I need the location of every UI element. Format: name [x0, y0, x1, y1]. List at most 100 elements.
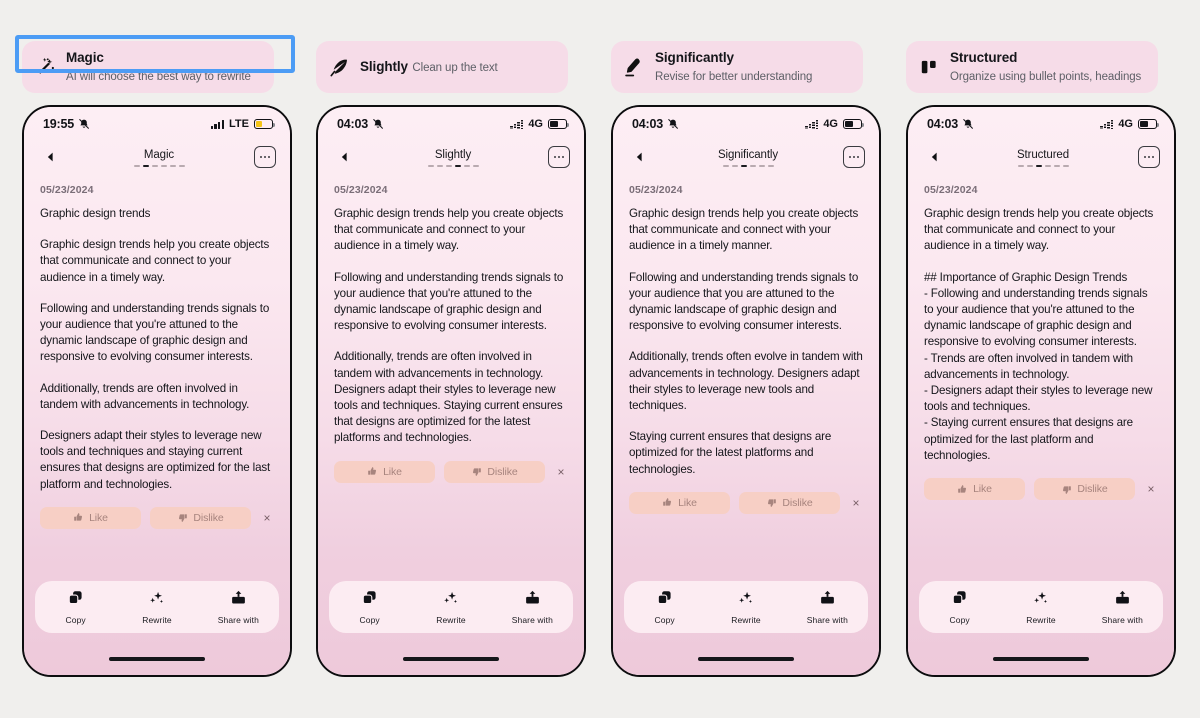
rewrite-option-card-magic[interactable]: Magic AI will choose the best way to rew… [22, 41, 274, 93]
battery-icon [548, 119, 570, 129]
dislike-label: Dislike [487, 465, 518, 478]
status-time: 04:03 [337, 117, 368, 131]
rewrite-option-column: Magic AI will choose the best way to rew… [10, 0, 304, 718]
status-time: 04:03 [632, 117, 663, 131]
rewrite-option-card-significantly[interactable]: Significantly Revise for better understa… [611, 41, 863, 93]
close-icon[interactable]: × [260, 511, 274, 525]
nav-dash [436, 165, 443, 167]
more-options-icon[interactable] [254, 146, 276, 168]
bottom-toolbar: Copy Rewrite Share with [329, 581, 573, 633]
back-triangle-icon[interactable] [922, 144, 948, 170]
feather-quill-icon [328, 55, 350, 79]
rewrite-option-column: Slightly Clean up the text 04:03 4G Slig… [304, 0, 598, 718]
body-paragraph: Graphic design trends help you create ob… [40, 238, 273, 284]
nav-title: Magic [143, 148, 175, 161]
status-network: 4G [1118, 118, 1133, 130]
toolbar-item-copy[interactable]: Copy [919, 589, 1000, 625]
nav-dash [731, 165, 738, 167]
toolbar-item-rewrite[interactable]: Rewrite [1000, 589, 1081, 625]
body-paragraph: ## Importance of Graphic Design Trends -… [924, 270, 1153, 462]
like-label: Like [89, 511, 108, 524]
nav-style-slider[interactable] [427, 164, 479, 168]
body-paragraph: Graphic design trends help you create ob… [334, 207, 567, 253]
nav-dash [1053, 165, 1060, 167]
signal-bars-icon [1100, 119, 1114, 129]
body-paragraph: Graphic design trends help you create ob… [629, 207, 862, 253]
toolbar-item-rewrite[interactable]: Rewrite [410, 589, 491, 625]
rewrite-option-card-structured[interactable]: Structured Organize using bullet points,… [906, 41, 1158, 93]
nav-title-group: Significantly [653, 149, 843, 168]
nav-style-slider[interactable] [722, 164, 774, 168]
like-button[interactable]: Like [629, 491, 730, 514]
bell-muted-icon [372, 118, 384, 130]
toolbar-item-share-with[interactable]: Share with [198, 589, 279, 625]
bullet-blocks-icon [918, 55, 940, 79]
rewrite-option-card-slightly[interactable]: Slightly Clean up the text [316, 41, 568, 93]
back-triangle-icon[interactable] [332, 144, 358, 170]
toolbar-item-share-with[interactable]: Share with [787, 589, 868, 625]
phone-frame: 19:55 LTE Magic 05/23/2024 Graphic desig… [22, 105, 292, 677]
body-paragraph: Staying current ensures that designs are… [629, 430, 835, 476]
nav-style-slider[interactable] [133, 164, 185, 168]
document-content: 05/23/2024 Graphic design trends help yo… [613, 175, 879, 478]
nav-dash [142, 164, 149, 168]
nav-title-group: Structured [948, 149, 1138, 168]
toolbar-item-copy[interactable]: Copy [624, 589, 705, 625]
toolbar-item-label: Rewrite [1026, 615, 1056, 625]
nav-dash [472, 165, 479, 167]
toolbar-item-share-with[interactable]: Share with [492, 589, 573, 625]
dislike-button[interactable]: Dislike [150, 506, 251, 529]
toolbar-item-copy[interactable]: Copy [329, 589, 410, 625]
phone-frame: 04:03 4G [611, 105, 881, 677]
battery-icon [843, 119, 865, 129]
like-label: Like [383, 465, 402, 478]
nav-bar: Magic [24, 139, 290, 175]
more-options-icon[interactable] [1138, 146, 1160, 168]
rewrite-option-title: Slightly [360, 59, 408, 74]
back-triangle-icon[interactable] [627, 144, 653, 170]
copy-icon [361, 589, 378, 611]
close-icon[interactable]: × [1144, 482, 1158, 496]
dislike-button[interactable]: Dislike [1034, 478, 1135, 501]
rewrite-option-column: Structured Organize using bullet points,… [894, 0, 1188, 718]
document-date: 05/23/2024 [629, 184, 683, 196]
close-icon[interactable]: × [849, 496, 863, 510]
toolbar-item-copy[interactable]: Copy [35, 589, 116, 625]
bottom-toolbar: Copy Rewrite Share with [35, 581, 279, 633]
body-paragraph: Following and understanding trends signa… [629, 270, 862, 333]
body-paragraph: Following and understanding trends signa… [334, 270, 567, 333]
like-button[interactable]: Like [40, 506, 141, 529]
copy-icon [656, 589, 673, 611]
bottom-toolbar: Copy Rewrite Share with [624, 581, 868, 633]
like-label: Like [973, 483, 992, 496]
nav-dash [749, 165, 756, 167]
status-bar: 04:03 4G [908, 107, 1174, 139]
nav-title: Slightly [434, 148, 472, 161]
more-options-icon[interactable] [843, 146, 865, 168]
nav-dash [427, 165, 434, 167]
more-options-icon[interactable] [548, 146, 570, 168]
feedback-row: Like Dislike × [908, 478, 1174, 501]
rewrite-option-subtitle: AI will choose the best way to rewrite [66, 71, 251, 83]
toolbar-item-rewrite[interactable]: Rewrite [116, 589, 197, 625]
nav-dash [1044, 165, 1051, 167]
back-triangle-icon[interactable] [38, 144, 64, 170]
toolbar-item-rewrite[interactable]: Rewrite [705, 589, 786, 625]
like-button[interactable]: Like [924, 478, 1025, 501]
sparkles-icon [442, 589, 459, 611]
dislike-button[interactable]: Dislike [739, 491, 840, 514]
body-paragraph: Following and understanding trends signa… [40, 301, 273, 364]
dislike-button[interactable]: Dislike [444, 460, 545, 483]
like-button[interactable]: Like [334, 460, 435, 483]
dislike-label: Dislike [782, 496, 813, 509]
body-paragraph: Graphic design trends [40, 207, 151, 220]
pen-underline-icon [623, 55, 645, 79]
thumbs-down-icon [766, 497, 777, 508]
close-icon[interactable]: × [554, 465, 568, 479]
nav-title: Structured [1016, 148, 1070, 161]
toolbar-item-share-with[interactable]: Share with [1082, 589, 1163, 625]
toolbar-item-label: Rewrite [731, 615, 761, 625]
body-paragraph: Designers adapt their styles to leverage… [40, 429, 274, 491]
copy-icon [951, 589, 968, 611]
nav-style-slider[interactable] [1017, 164, 1069, 168]
